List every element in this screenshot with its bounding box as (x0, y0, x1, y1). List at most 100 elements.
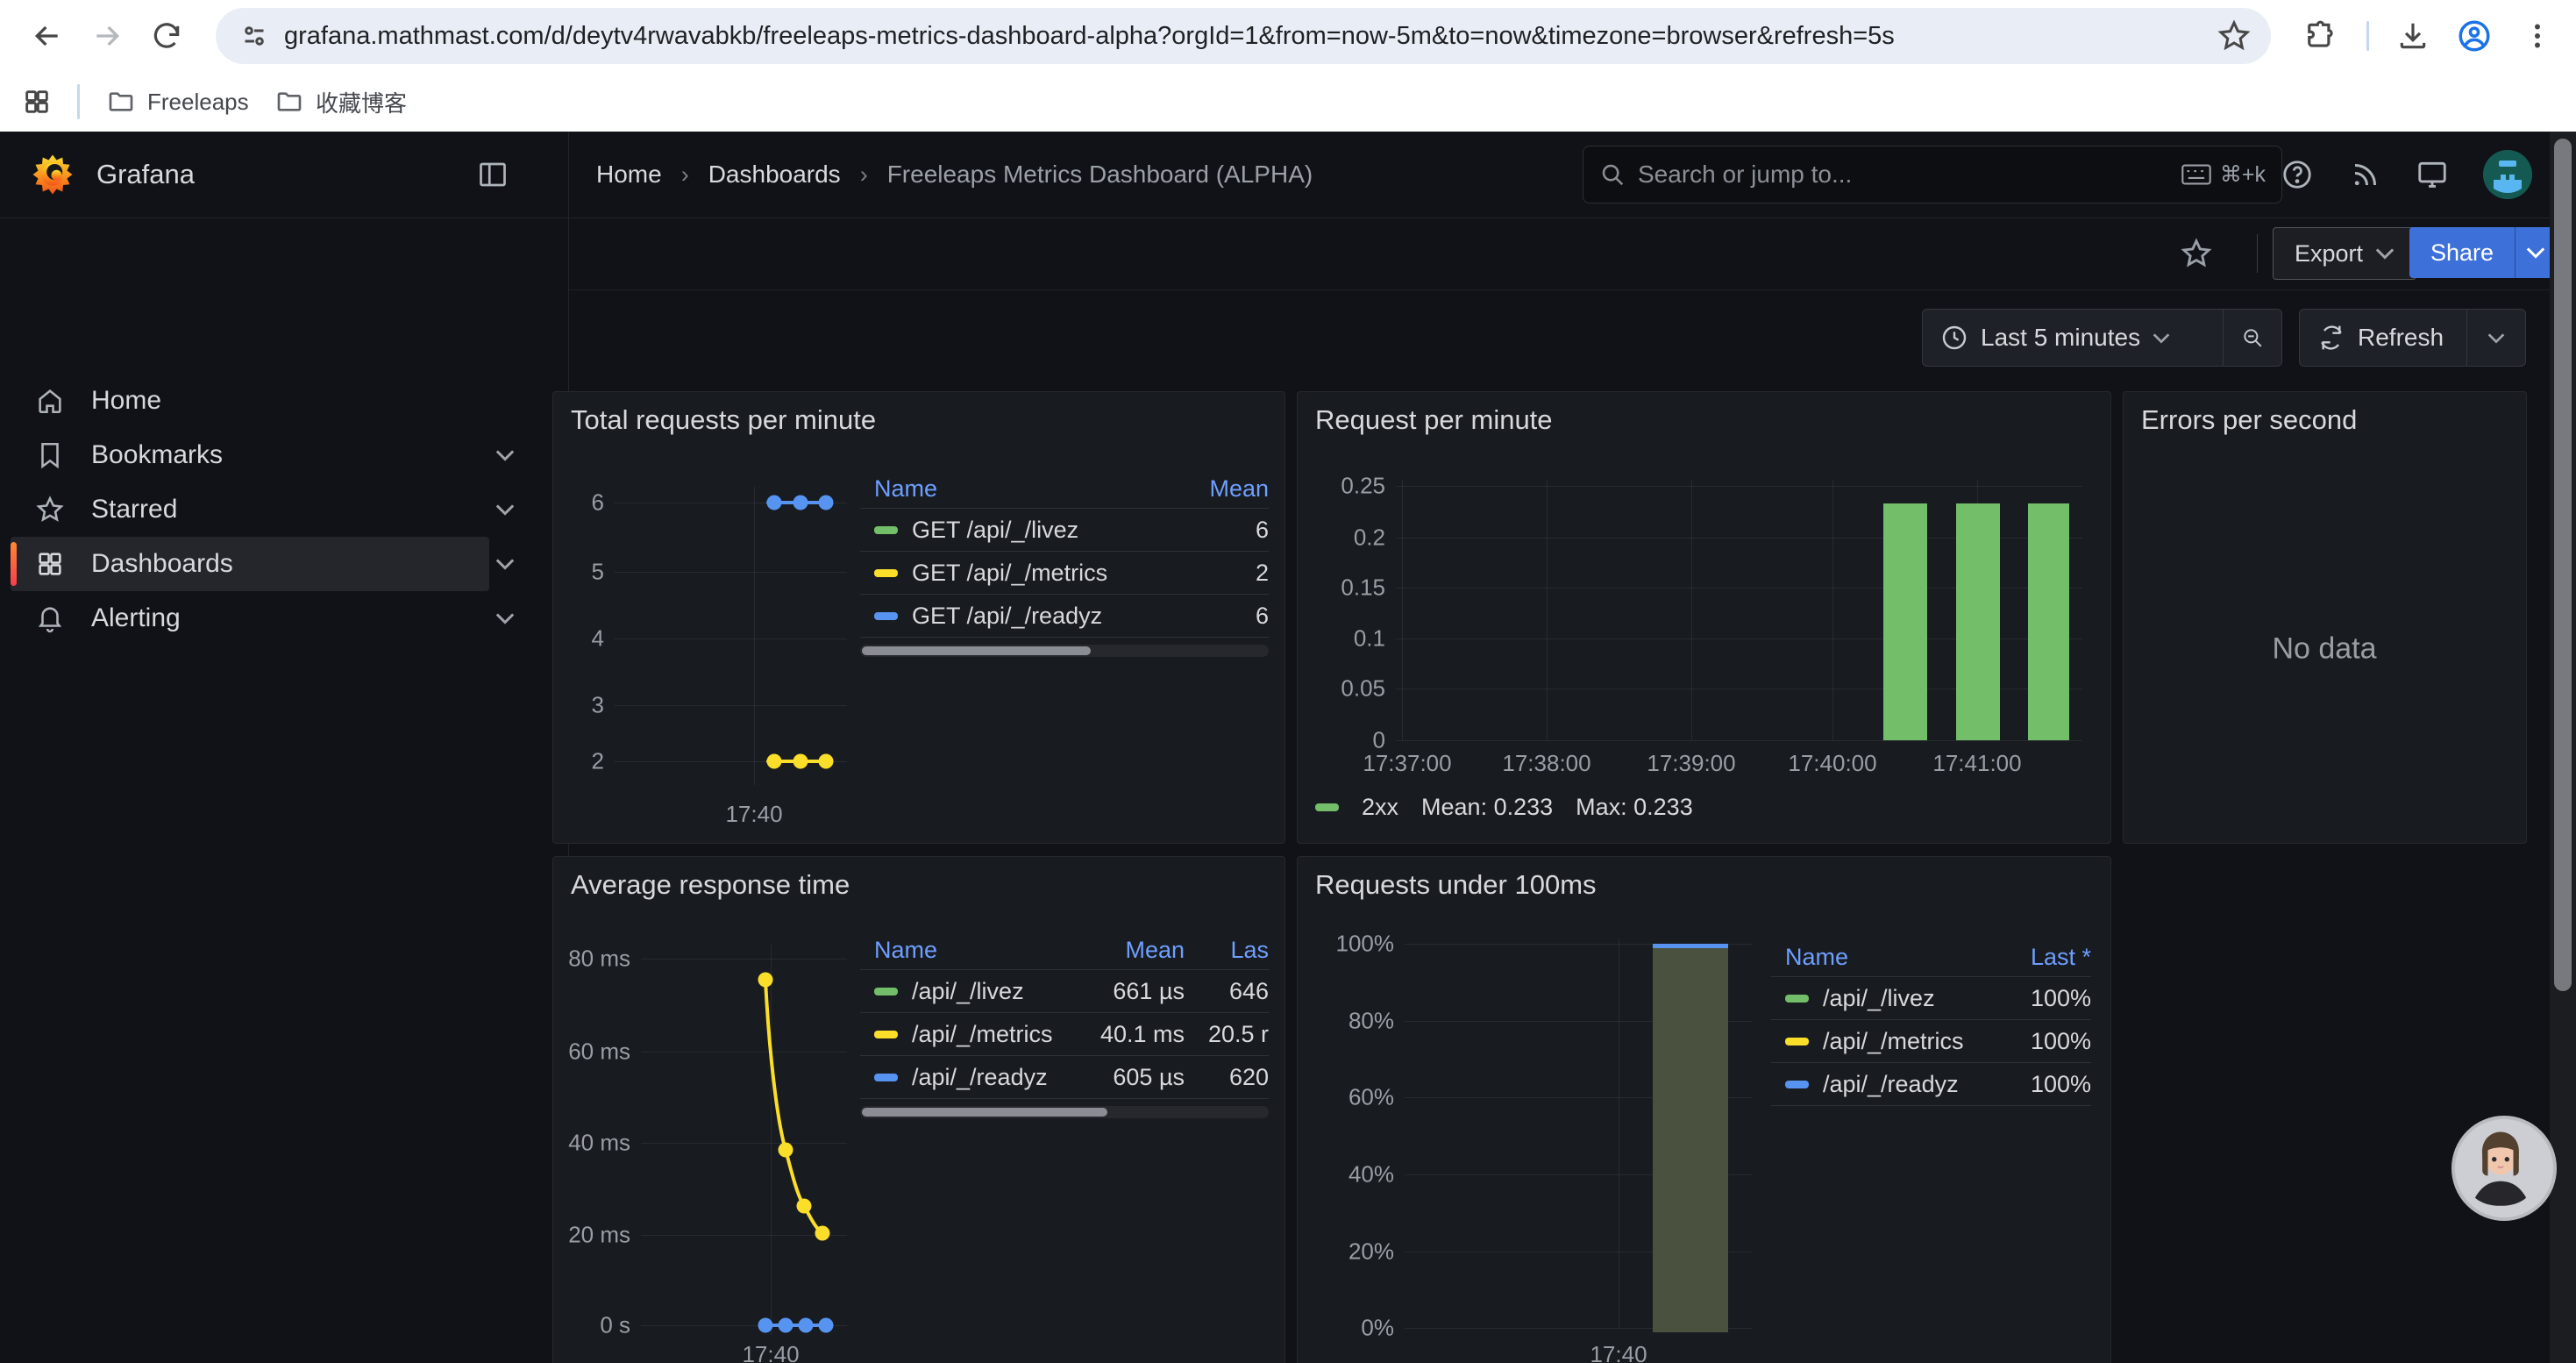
legend-row[interactable]: /api/_/livez 100% (1771, 976, 2091, 1019)
series-swatch (874, 569, 898, 577)
legend-row[interactable]: GET /api/_/metrics 2 (860, 551, 1269, 594)
extensions-icon[interactable] (2299, 13, 2345, 59)
legend-scrollbar[interactable] (860, 645, 1269, 657)
downloads-icon[interactable] (2390, 13, 2436, 59)
panel-total-requests-per-minute: Total requests per minute 6 5 4 3 2 17:4… (552, 391, 1285, 844)
legend-header-mean[interactable]: Mean (1079, 937, 1185, 964)
grafana-brand[interactable]: Grafana (32, 132, 195, 218)
reload-icon[interactable] (144, 13, 189, 59)
breadcrumb-home[interactable]: Home (596, 161, 662, 189)
legend-row[interactable]: /api/_/readyz 605 µs 620 (860, 1055, 1269, 1099)
y-tick: 0.05 (1315, 675, 1385, 703)
sidebar-item-home[interactable]: Home (11, 374, 489, 428)
share-button[interactable]: Share (2409, 227, 2515, 278)
refresh-button[interactable]: Refresh (2300, 310, 2466, 366)
legend-row[interactable]: GET /api/_/livez 6 (860, 508, 1269, 551)
refresh-interval-button[interactable] (2467, 310, 2525, 366)
data-point[interactable] (819, 754, 834, 769)
bookmark-folder-freeleaps[interactable]: Freeleaps (95, 82, 261, 121)
legend-row[interactable]: GET /api/_/readyz 6 (860, 594, 1269, 638)
legend-row[interactable]: /api/_/metrics 100% (1771, 1019, 2091, 1062)
browser-menu-icon[interactable] (2515, 13, 2560, 59)
sidebar-expand-starred[interactable] (489, 482, 521, 537)
site-info-icon[interactable] (238, 20, 270, 52)
bookmark-folder-blogs[interactable]: 收藏博客 (263, 82, 419, 121)
export-button[interactable]: Export (2273, 227, 2416, 280)
sidebar-expand-alerting[interactable] (489, 591, 521, 646)
sidebar-item-dashboards[interactable]: Dashboards (11, 537, 489, 591)
browser-toolbar (0, 0, 2576, 72)
sidebar-item-starred[interactable]: Starred (11, 482, 489, 537)
bar-2xx[interactable] (2028, 503, 2069, 740)
data-point[interactable] (767, 754, 782, 769)
bar-2xx[interactable] (1956, 503, 2000, 740)
legend-header-last[interactable]: Las (1185, 937, 1269, 964)
rss-icon[interactable] (2346, 155, 2385, 194)
forward-icon[interactable] (84, 13, 130, 59)
y-tick: 0.2 (1315, 525, 1385, 552)
data-point[interactable] (799, 1318, 814, 1333)
search-shortcut: ⌘+k (2181, 161, 2266, 188)
legend-header-last[interactable]: Last * (1995, 944, 2091, 971)
data-point[interactable] (793, 496, 808, 510)
data-point[interactable] (815, 1226, 830, 1241)
y-tick: 0.1 (1315, 625, 1385, 653)
sidebar-expand-dashboards[interactable] (489, 537, 521, 591)
y-tick: 6 (560, 489, 604, 517)
user-avatar[interactable] (2483, 150, 2532, 199)
legend-header: Name Last * (1771, 938, 2091, 976)
back-icon[interactable] (25, 13, 70, 59)
legend-header-name[interactable]: Name (860, 475, 1190, 503)
time-range-picker[interactable]: Last 5 minutes (1923, 310, 2223, 366)
zoom-out-button[interactable] (2224, 310, 2281, 366)
legend-row[interactable]: /api/_/readyz 100% (1771, 1062, 2091, 1106)
data-point[interactable] (793, 754, 808, 769)
active-indicator (11, 542, 17, 586)
data-point[interactable] (758, 1318, 773, 1333)
time-range-label: Last 5 minutes (1981, 324, 2140, 352)
bookmark-star-icon[interactable] (2217, 18, 2252, 54)
page-scrollbar-thumb[interactable] (2554, 139, 2572, 991)
apps-grid-icon[interactable] (14, 79, 60, 125)
legend-header-name[interactable]: Name (860, 937, 1079, 964)
legend-series-name[interactable]: 2xx (1362, 794, 1398, 821)
data-point[interactable] (779, 1143, 793, 1158)
legend-header-mean[interactable]: Mean (1190, 475, 1269, 503)
profile-icon[interactable] (2451, 13, 2497, 59)
floating-assistant-avatar[interactable] (2451, 1116, 2557, 1221)
sidebar-expand-bookmarks[interactable] (489, 428, 521, 482)
legend-header-name[interactable]: Name (1771, 944, 1995, 971)
y-tick: 40% (1310, 1161, 1394, 1188)
megamenu-dock-icon[interactable] (473, 155, 512, 194)
grafana-header: Grafana Home › Dashboards › Freeleaps Me… (0, 132, 2576, 218)
folder-icon (275, 88, 303, 116)
time-picker-group: Last 5 minutes (1922, 309, 2282, 367)
search-input[interactable]: Search or jump to... ⌘+k (1583, 146, 2282, 203)
data-point[interactable] (767, 496, 782, 510)
breadcrumb-dashboards[interactable]: Dashboards (708, 161, 841, 189)
favorite-star-icon[interactable] (2179, 236, 2214, 271)
bookmarks-bar: Freeleaps 收藏博客 (0, 72, 2576, 132)
bar-2xx[interactable] (1883, 503, 1927, 740)
data-point[interactable] (797, 1199, 812, 1214)
legend-scrollbar-thumb[interactable] (862, 1108, 1107, 1117)
help-icon[interactable] (2278, 155, 2316, 194)
data-point[interactable] (819, 496, 834, 510)
legend-row[interactable]: /api/_/metrics 40.1 ms 20.5 r (860, 1012, 1269, 1055)
monitor-icon[interactable] (2413, 155, 2451, 194)
bar-under-100ms[interactable] (1653, 944, 1728, 1332)
panel-request-per-minute: Request per minute 0.25 0.2 0.15 0.1 0.0… (1297, 391, 2111, 844)
legend-row[interactable]: /api/_/livez 661 µs 646 (860, 969, 1269, 1012)
legend-scrollbar[interactable] (860, 1106, 1269, 1118)
sidebar-item-alerting[interactable]: Alerting (11, 591, 489, 646)
url-input[interactable] (282, 21, 2217, 52)
sidebar-item-bookmarks[interactable]: Bookmarks (11, 428, 489, 482)
data-point[interactable] (758, 973, 773, 988)
legend-scrollbar-thumb[interactable] (862, 646, 1091, 655)
x-tick: 17:41:00 (1932, 750, 2021, 777)
data-point[interactable] (819, 1318, 834, 1333)
gridline (615, 705, 847, 706)
data-point[interactable] (779, 1318, 793, 1333)
address-bar[interactable] (216, 8, 2271, 64)
y-tick: 20% (1310, 1238, 1394, 1266)
